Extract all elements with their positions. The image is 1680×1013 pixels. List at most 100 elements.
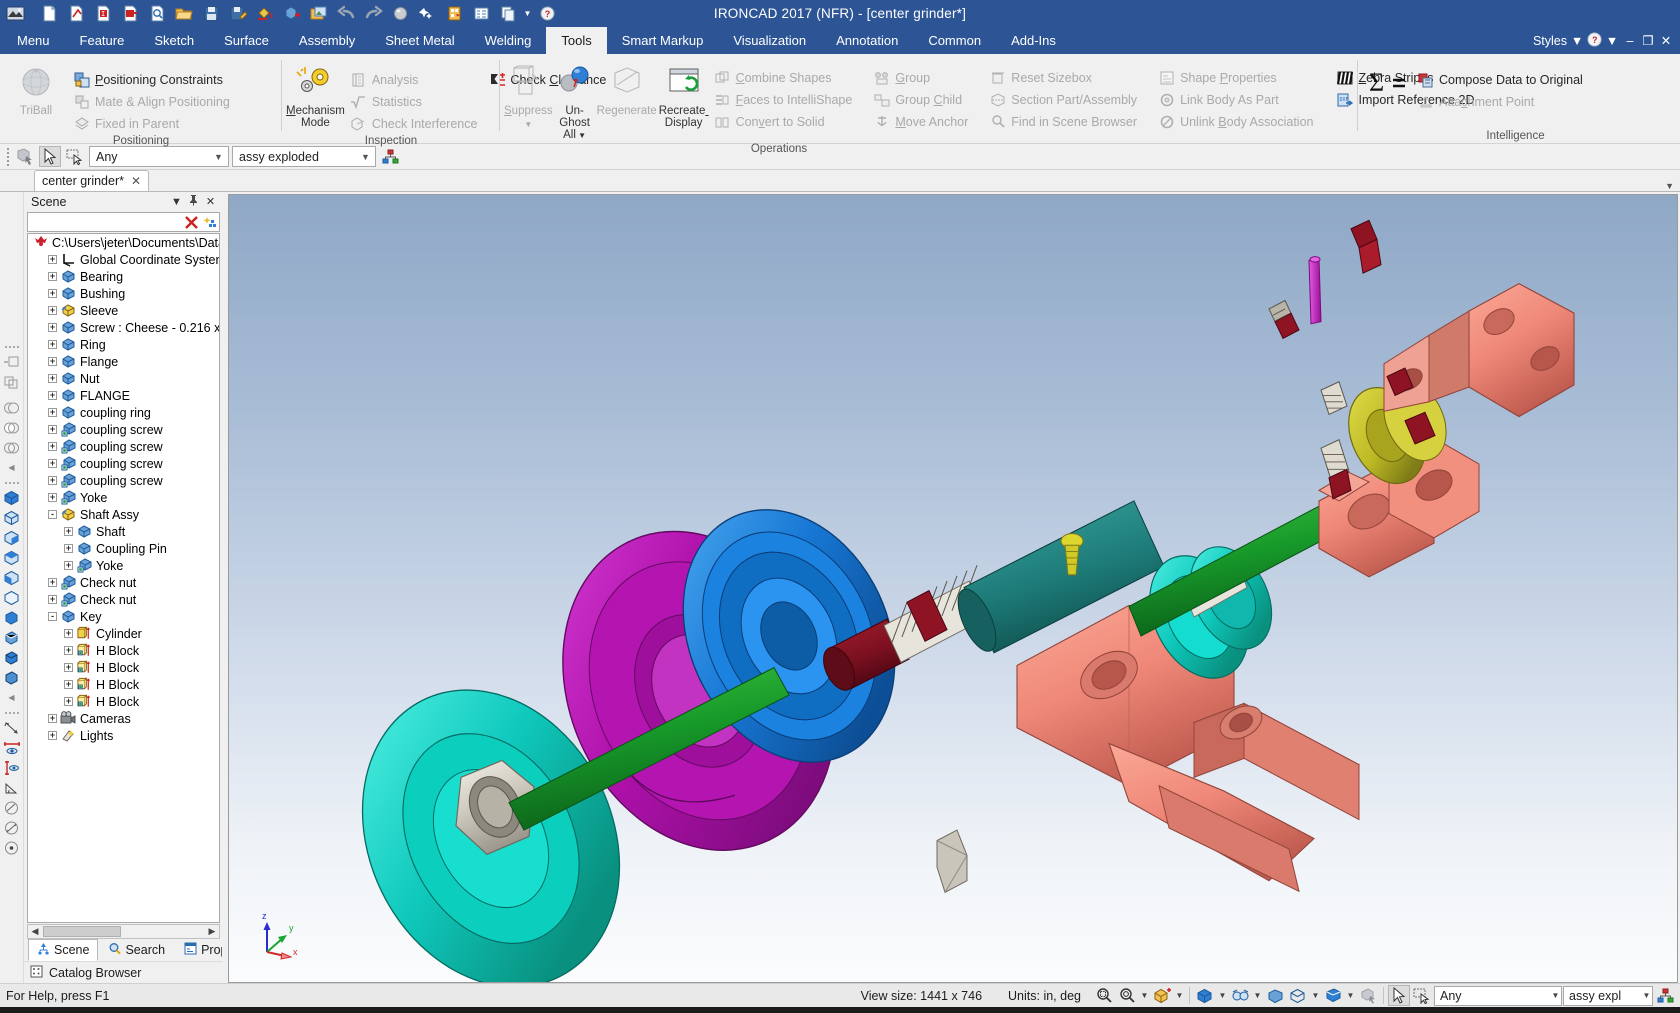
tree-item[interactable]: + Bushing	[28, 285, 219, 302]
ribbon-tab-tools[interactable]: Tools	[546, 27, 607, 54]
tree-expander[interactable]: +	[48, 493, 57, 502]
scene-tree[interactable]: C:\Users\jeter\Documents\Data\2 + Global C…	[27, 233, 220, 923]
dropdown-menu-icon[interactable]: ▼	[168, 196, 185, 208]
tree-expander[interactable]: +	[48, 340, 57, 349]
tree-expander[interactable]: +	[48, 476, 57, 485]
tree-item[interactable]: + Check nut	[28, 574, 219, 591]
rail-grip[interactable]	[4, 342, 19, 351]
tree-item[interactable]: + coupling screw	[28, 472, 219, 489]
render-shaded-icon[interactable]	[2, 608, 22, 627]
tree-expander[interactable]: +	[48, 374, 57, 383]
ribbon-tab-smart-markup[interactable]: Smart Markup	[607, 27, 719, 54]
fixed-in-parent-button[interactable]: Fixed in Parent	[70, 113, 236, 134]
assembly-config-icon[interactable]	[1654, 985, 1676, 1006]
tree-item[interactable]: + Yoke	[28, 557, 219, 574]
tree-item[interactable]: + FLANGE	[28, 387, 219, 404]
tree-expander[interactable]: +	[64, 561, 73, 570]
ribbon-tab-menu[interactable]: Menu	[2, 27, 65, 54]
arrow-select-icon[interactable]	[1388, 985, 1410, 1006]
tree-item[interactable]: + Flange	[28, 353, 219, 370]
doc-minimize-button[interactable]: –	[1622, 34, 1638, 48]
tree-expander[interactable]: +	[48, 391, 57, 400]
import-icon[interactable]: I	[90, 2, 116, 26]
tree-expander[interactable]: +	[48, 357, 57, 366]
shape-properties-button[interactable]: Shape Properties	[1155, 67, 1319, 88]
tree-expander[interactable]: +	[48, 578, 57, 587]
view-front-icon[interactable]	[2, 508, 22, 527]
scroll-left-icon[interactable]: ◀	[28, 926, 42, 937]
tree-item[interactable]: + H Block	[28, 659, 219, 676]
tree-item[interactable]: + Nut	[28, 370, 219, 387]
styles-label[interactable]: Styles	[1533, 34, 1567, 48]
new-document-icon[interactable]	[36, 2, 62, 26]
tree-expander[interactable]: +	[48, 323, 57, 332]
unlink-body-association-button[interactable]: Unlink Body Association	[1155, 111, 1319, 132]
chevron-down-icon[interactable]: ▼	[1310, 991, 1321, 1000]
boolean-subtract-icon[interactable]	[2, 418, 22, 437]
filter-tree-icon[interactable]	[201, 214, 217, 230]
suppress-dropdown-icon[interactable]: ▼	[524, 119, 532, 131]
add-shape-icon[interactable]	[2, 352, 22, 371]
sphere-render-icon[interactable]	[387, 2, 413, 26]
render-wireframe-icon[interactable]	[2, 648, 22, 667]
chevron-down-icon[interactable]: ▼	[1139, 991, 1150, 1000]
export-icon[interactable]	[117, 2, 143, 26]
chevron-down-icon[interactable]: ▼	[1345, 991, 1356, 1000]
group-child-button[interactable]: Group Child	[870, 89, 974, 110]
box-select-icon[interactable]	[64, 146, 86, 167]
zoom-window-icon[interactable]	[1093, 985, 1115, 1006]
tree-expander[interactable]: +	[48, 408, 57, 417]
find-in-scene-browser-button[interactable]: Find in Scene Browser	[986, 111, 1143, 132]
ribbon-tab-add-ins[interactable]: Add-Ins	[996, 27, 1071, 54]
tree-item[interactable]: + Check nut	[28, 591, 219, 608]
view-bottom-icon[interactable]	[2, 588, 22, 607]
recreate-display-button[interactable]: Recreate Display	[659, 59, 709, 129]
mate-align-positioning-button[interactable]: Mate & Align Positioning	[70, 91, 236, 112]
tree-item[interactable]: + coupling screw	[28, 421, 219, 438]
tree-expander[interactable]: +	[48, 272, 57, 281]
rail-expand-left-icon[interactable]: ◀	[2, 458, 22, 477]
view-style-icon[interactable]	[1287, 985, 1309, 1006]
tree-item[interactable]: + Yoke	[28, 489, 219, 506]
styles-dropdown-icon[interactable]: ▼	[1569, 34, 1585, 48]
toolbar-grip[interactable]	[4, 147, 11, 166]
browser-tab-scene[interactable]: Scene	[28, 939, 99, 961]
close-icon[interactable]: ✕	[131, 174, 141, 188]
open-scene-icon[interactable]	[63, 2, 89, 26]
group-button[interactable]: Group	[870, 67, 974, 88]
help-icon[interactable]: ?	[534, 2, 560, 26]
tree-item[interactable]: + Coupling Pin	[28, 540, 219, 557]
dimension-diameter-icon[interactable]	[2, 818, 22, 837]
rail-grip[interactable]	[4, 708, 19, 717]
reset-sizebox-button[interactable]: Reset Sizebox	[986, 67, 1143, 88]
tree-expander[interactable]: +	[48, 306, 57, 315]
tree-item[interactable]: + H Block	[28, 642, 219, 659]
scene-browser-filter-bar[interactable]	[27, 212, 220, 232]
status-config-combo[interactable]: assy expl ▼	[1563, 985, 1653, 1006]
analysis-button[interactable]: Analysis	[347, 69, 484, 90]
box-select-icon[interactable]	[1411, 985, 1433, 1006]
ribbon-tab-assembly[interactable]: Assembly	[284, 27, 370, 54]
open-folder-icon[interactable]	[171, 2, 197, 26]
smart-render-icon[interactable]	[414, 2, 440, 26]
undo-icon[interactable]	[333, 2, 359, 26]
tree-expander[interactable]: +	[64, 680, 73, 689]
tree-item[interactable]: + Cameras	[28, 710, 219, 727]
ribbon-tab-feature[interactable]: Feature	[65, 27, 140, 54]
ribbon-tab-sketch[interactable]: Sketch	[139, 27, 209, 54]
ribbon-tab-common[interactable]: Common	[913, 27, 996, 54]
tree-item[interactable]: + Shaft	[28, 523, 219, 540]
catalog-browser-bar[interactable]: Catalog Browser	[24, 961, 222, 983]
document-tab-center-grinder[interactable]: center grinder* ✕	[34, 170, 150, 191]
tree-expander[interactable]: +	[64, 663, 73, 672]
smart-select-icon[interactable]	[14, 146, 36, 167]
compose-sigma-button[interactable]: Σ	[1362, 59, 1412, 103]
boolean-union-icon[interactable]	[2, 398, 22, 417]
tree-item[interactable]: - Key	[28, 608, 219, 625]
tree-expander[interactable]: +	[64, 646, 73, 655]
ribbon-help-icon[interactable]: ?	[1587, 32, 1602, 50]
3d-viewport[interactable]: z y x	[228, 194, 1678, 983]
dimension-radius-icon[interactable]	[2, 798, 22, 817]
statistics-button[interactable]: Statistics	[347, 91, 484, 112]
faces-to-intellishape-button[interactable]: Faces to IntelliShape	[711, 89, 859, 110]
